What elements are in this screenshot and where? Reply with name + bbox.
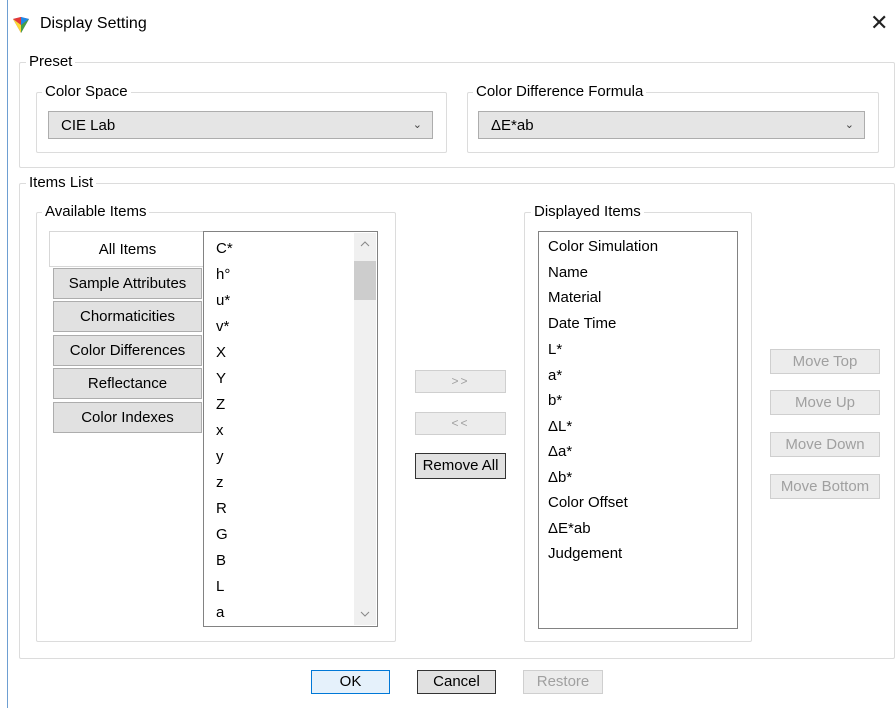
tab-sample-attributes[interactable]: Sample Attributes [53, 268, 202, 299]
vertical-scrollbar[interactable] [354, 233, 376, 625]
restore-button[interactable]: Restore [523, 670, 603, 694]
list-item[interactable]: v* [216, 317, 229, 337]
list-item[interactable]: C* [216, 239, 233, 259]
scroll-up-icon[interactable] [360, 241, 370, 247]
color-space-legend: Color Space [42, 83, 131, 101]
list-item[interactable]: B [216, 551, 226, 571]
list-item[interactable]: Material [548, 288, 601, 308]
formula-select[interactable]: ΔE*ab ⌄ [478, 111, 865, 139]
list-item[interactable]: y [216, 447, 224, 467]
list-item[interactable]: ΔL* [548, 417, 572, 437]
list-item[interactable]: L* [548, 340, 562, 360]
color-space-select[interactable]: CIE Lab ⌄ [48, 111, 433, 139]
list-item[interactable]: a* [548, 366, 562, 386]
ok-button[interactable]: OK [311, 670, 390, 694]
list-item[interactable]: R [216, 499, 227, 519]
cancel-button[interactable]: Cancel [417, 670, 496, 694]
list-item[interactable]: Judgement [548, 544, 622, 564]
displayed-items-legend: Displayed Items [531, 203, 644, 221]
list-item[interactable]: Y [216, 369, 226, 389]
remove-all-button[interactable]: Remove All [415, 453, 506, 479]
list-item[interactable]: Color Offset [548, 493, 628, 513]
list-item[interactable]: z [216, 473, 224, 493]
list-item[interactable]: u* [216, 291, 230, 311]
list-item[interactable]: b* [548, 391, 562, 411]
tab-color-indexes[interactable]: Color Indexes [53, 402, 202, 433]
list-item[interactable]: Color Simulation [548, 237, 658, 257]
move-down-button[interactable]: Move Down [770, 432, 880, 457]
list-item[interactable]: Z [216, 395, 225, 415]
list-item[interactable]: h° [216, 265, 230, 285]
close-icon[interactable]: ✕ [870, 12, 888, 34]
app-icon [13, 17, 29, 33]
list-item[interactable]: Δb* [548, 468, 572, 488]
list-item[interactable]: ΔE*ab [548, 519, 591, 539]
list-item[interactable]: Δa* [548, 442, 572, 462]
items-list-legend: Items List [26, 174, 97, 192]
move-up-button[interactable]: Move Up [770, 390, 880, 415]
move-top-button[interactable]: Move Top [770, 349, 880, 374]
list-item[interactable]: x [216, 421, 224, 441]
list-item[interactable]: L [216, 577, 224, 597]
list-item[interactable]: X [216, 343, 226, 363]
chevron-down-icon: ⌄ [412, 119, 422, 131]
scroll-down-icon[interactable] [360, 611, 370, 617]
formula-legend: Color Difference Formula [473, 83, 647, 101]
tab-all-items[interactable]: All Items [49, 231, 205, 267]
formula-value: ΔE*ab [491, 116, 534, 134]
tab-chormaticities[interactable]: Chormaticities [53, 301, 202, 332]
add-button[interactable]: >> [415, 370, 506, 393]
chevron-down-icon: ⌄ [844, 119, 854, 131]
color-space-value: CIE Lab [61, 116, 116, 134]
displayed-items-list[interactable]: Color Simulation Name Material Date Time… [538, 231, 738, 629]
move-bottom-button[interactable]: Move Bottom [770, 474, 880, 499]
tab-color-differences[interactable]: Color Differences [53, 335, 202, 366]
remove-button[interactable]: << [415, 412, 506, 435]
preset-legend: Preset [26, 53, 76, 71]
scrollbar-thumb[interactable] [354, 261, 376, 300]
window-title: Display Setting [40, 15, 147, 32]
tab-reflectance[interactable]: Reflectance [53, 368, 202, 399]
available-items-legend: Available Items [42, 203, 150, 221]
available-items-list[interactable]: C* h° u* v* X Y Z x y z R G B L a [203, 231, 378, 627]
list-item[interactable]: Name [548, 263, 588, 283]
list-item[interactable]: a [216, 603, 224, 623]
list-item[interactable]: Date Time [548, 314, 616, 334]
list-item[interactable]: G [216, 525, 228, 545]
